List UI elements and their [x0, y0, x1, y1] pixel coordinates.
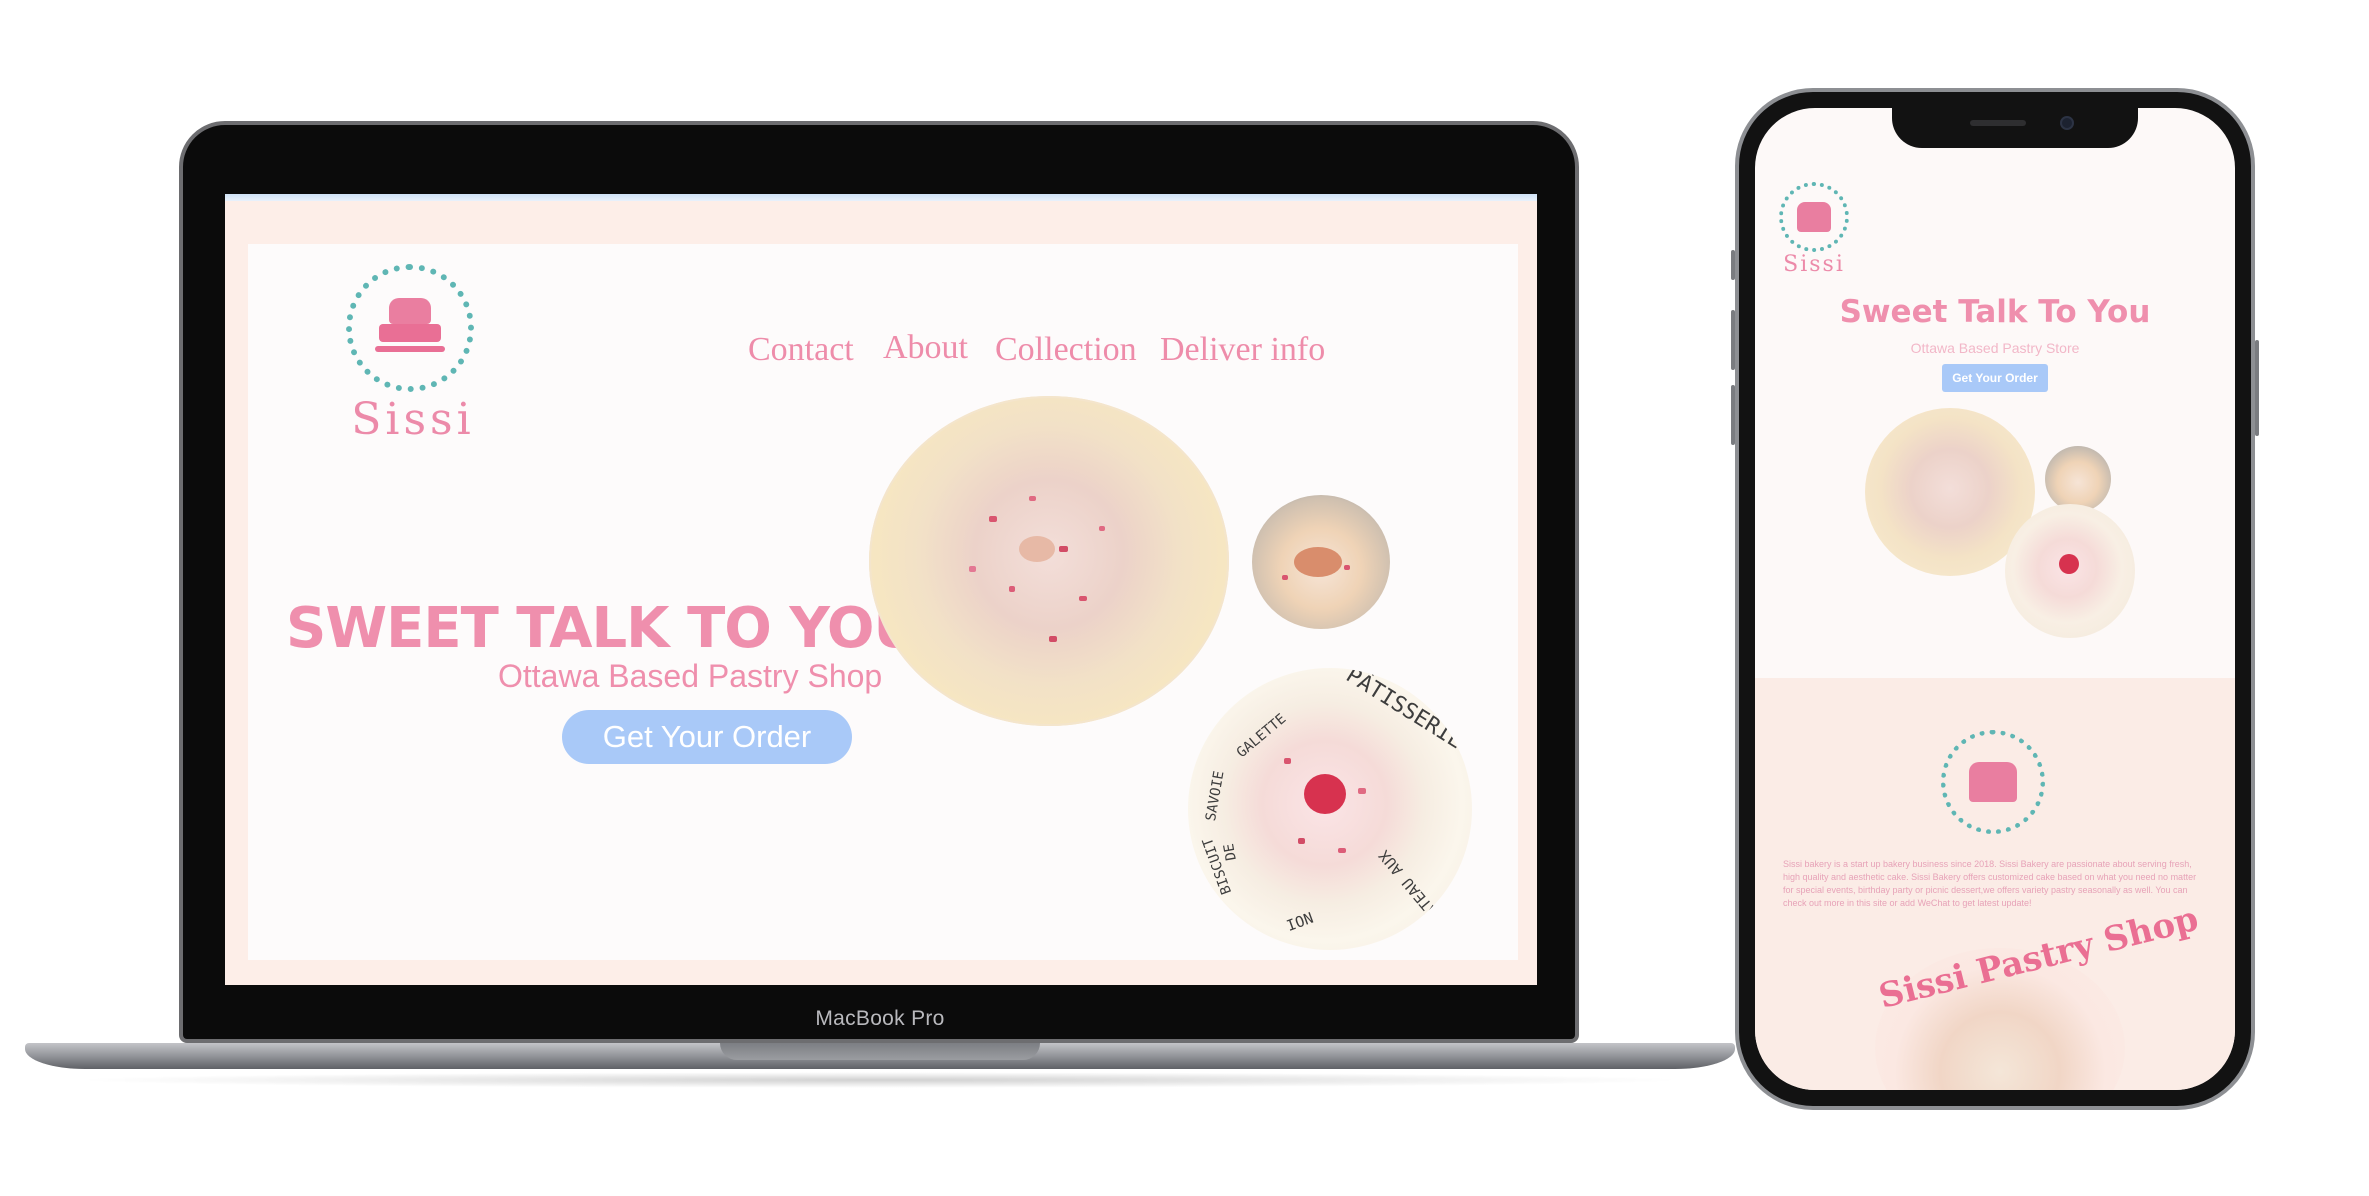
- nav-about[interactable]: About: [883, 329, 968, 367]
- mobile-logo[interactable]: Sissi: [1775, 182, 1853, 282]
- plate-text-noi: NOI: [1283, 907, 1316, 935]
- mobile-about-section: Sissi bakery is a start up bakery busine…: [1755, 678, 2235, 1090]
- mobile-hero-title: Sweet Talk To You: [1839, 294, 2151, 330]
- mobile-get-order-button[interactable]: Get Your Order: [1942, 364, 2048, 392]
- mobile-hero-subtitle: Ottawa Based Pastry Store: [1910, 340, 2080, 356]
- desktop-site: Sissi Contact About Collection Deliver i…: [248, 244, 1518, 960]
- laptop-mockup: Sissi Contact About Collection Deliver i…: [0, 0, 1760, 1196]
- main-nav: Contact About Collection Deliver info: [748, 329, 1448, 371]
- phone-camera-icon: [2060, 116, 2074, 130]
- mobile-about-logo-icon: [1941, 730, 2045, 834]
- hero-subtitle: Ottawa Based Pastry Shop: [498, 658, 883, 694]
- laptop-opening-notch: [720, 1043, 1040, 1060]
- mobile-about-text: Sissi bakery is a start up bakery busine…: [1783, 859, 2197, 908]
- nav-contact[interactable]: Contact: [748, 331, 854, 369]
- plate-text-savoie: SAVOIE: [1203, 769, 1228, 823]
- phone-mute-switch: [1731, 250, 1735, 280]
- phone-power-button: [2255, 340, 2259, 436]
- macbook-label: MacBook Pro: [815, 1007, 945, 1030]
- nav-deliver-info[interactable]: Deliver info: [1160, 331, 1325, 369]
- logo-wreath-icon: [1779, 182, 1849, 252]
- cake-photo-patisserie: PÂTISSERIE GALETTE SAVOIE BISCUIT DE GÂT…: [1188, 668, 1472, 950]
- plate-text-galette: GALETTE: [1233, 710, 1290, 762]
- laptop-screen: Sissi Contact About Collection Deliver i…: [225, 194, 1537, 985]
- logo-wordmark: Sissi: [351, 394, 475, 445]
- mobile-site: Sissi Sweet Talk To You Ottawa Based Pas…: [1755, 108, 2235, 1090]
- mobile-cake-photo-patisserie: [2005, 504, 2135, 638]
- phone-volume-down: [1731, 385, 1735, 445]
- cake-photo-large: [869, 396, 1229, 726]
- cake-icon: [1797, 202, 1831, 232]
- site-logo[interactable]: Sissi: [338, 264, 488, 445]
- nav-collection[interactable]: Collection: [995, 331, 1137, 369]
- plate-text-de: DE: [1221, 842, 1240, 862]
- cake-photo-small: [1252, 495, 1390, 629]
- phone-volume-up: [1731, 310, 1735, 370]
- laptop-shadow: [70, 1072, 1690, 1088]
- mobile-cake-photo-small: [2045, 446, 2111, 512]
- logo-wreath-icon: [346, 264, 474, 392]
- mobile-logo-wordmark: Sissi: [1783, 252, 1845, 277]
- phone-speaker: [1970, 120, 2026, 126]
- plate-text-gateau: GÂTEAU AUX: [1375, 846, 1448, 928]
- hero-title: SWEET TALK TO YOU: [286, 596, 919, 661]
- cake-icon: [375, 298, 445, 358]
- plate-text-patisserie: PÂTISSERIE: [1341, 668, 1468, 755]
- get-order-button[interactable]: Get Your Order: [562, 710, 852, 764]
- browser-top-bar: [225, 194, 1537, 201]
- phone-notch: [1892, 104, 2138, 148]
